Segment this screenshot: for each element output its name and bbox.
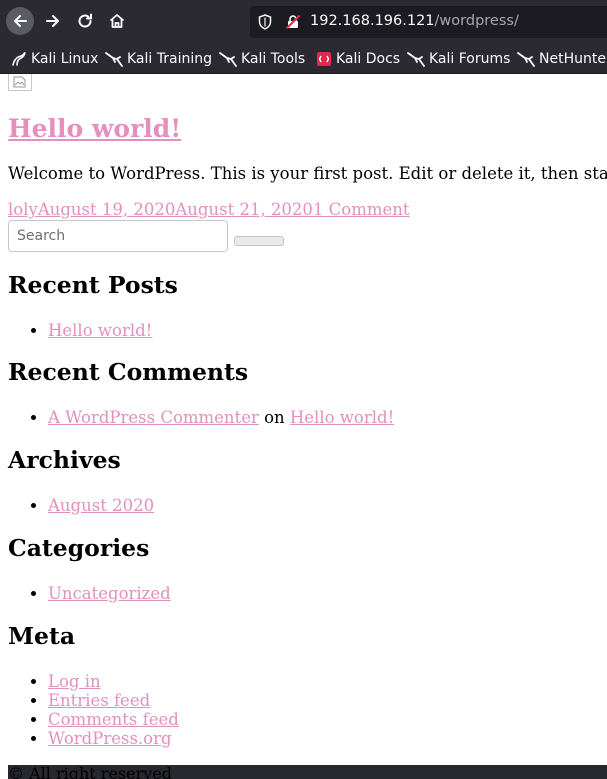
recent-comments-list: A WordPress Commenter on Hello world! [0,408,394,427]
comments-feed-link[interactable]: Comments feed [48,710,179,729]
bookmark-kali-linux[interactable]: Kali Linux [11,49,98,69]
search-input[interactable] [8,220,228,252]
archives-heading: Archives [8,446,121,474]
post-updated-date: August 21, 2020 [175,200,313,219]
kali-dragon-icon [517,52,535,67]
entries-feed-link[interactable]: Entries feed [48,691,150,710]
footer-text: © All right reserved [8,765,172,779]
url-text: 192.168.196.121/wordpress/ [310,13,519,29]
bookmark-label: Kali Linux [31,51,99,67]
archives-list: August 2020 [0,496,154,515]
site-footer: © All right reserved [8,765,607,779]
kali-dragon-icon [105,52,123,67]
arrow-right-icon [46,15,59,27]
bookmark-label: Kali Tools [241,51,306,67]
post-author-link[interactable]: loly [8,200,38,219]
list-item: Entries feed [48,691,179,710]
bookmark-label: Kali Forums [429,51,511,67]
archive-link[interactable]: August 2020 [48,496,154,515]
kali-dragon-icon [407,52,425,67]
list-item: WordPress.org [48,729,179,748]
browser-toolbar: 192.168.196.121/wordpress/ [0,0,607,44]
comment-post-link[interactable]: Hello world! [290,408,394,427]
recent-post-link[interactable]: Hello world! [48,321,152,340]
post-title-link[interactable]: Hello world! [8,114,181,143]
recent-posts-list: Hello world! [0,321,152,340]
list-item: Hello world! [48,321,152,340]
bookmark-label: Kali Docs [336,51,401,67]
reload-button[interactable] [71,7,99,35]
bookmark-label: NetHunter [539,51,607,67]
shield-icon [258,14,272,30]
categories-heading: Categories [8,534,150,562]
post-date-link[interactable]: August 19, 2020August 21, 2020 [38,200,313,219]
login-link[interactable]: Log in [48,672,101,691]
url-bar[interactable]: 192.168.196.121/wordpress/ [250,6,607,38]
page-content: Hello world! Welcome to WordPress. This … [0,74,607,779]
url-path: /wordpress/ [434,13,519,29]
commenter-link[interactable]: A WordPress Commenter [48,408,259,427]
categories-list: Uncategorized [0,584,171,603]
bookmark-nethunter[interactable]: NetHunter [517,49,607,69]
reload-icon [78,13,92,28]
search-submit-button[interactable] [234,236,284,246]
meta-heading: Meta [8,622,76,650]
kali-dragon-icon [12,52,26,66]
wordpress-org-link[interactable]: WordPress.org [48,729,172,748]
recent-comments-heading: Recent Comments [8,358,249,386]
kali-dragon-icon [219,52,237,67]
bookmark-kali-forums[interactable]: Kali Forums [407,49,510,69]
post-meta: lolyAugust 19, 2020August 21, 20201 Comm… [8,200,410,219]
bookmark-kali-training[interactable]: Kali Training [105,49,212,69]
bookmark-kali-tools[interactable]: Kali Tools [219,49,305,69]
bookmarks-toolbar: Kali Linux Kali Training Kali Tools Kali… [0,44,607,74]
home-button[interactable] [103,7,131,35]
back-button[interactable] [6,7,34,35]
forward-button[interactable] [39,7,67,35]
list-item: A WordPress Commenter on Hello world! [48,408,394,427]
post-title: Hello world! [8,114,181,143]
list-item: Comments feed [48,710,179,729]
broken-image-icon [8,74,32,91]
comment-connector: on [264,408,285,427]
kali-docs-icon [317,52,331,66]
meta-list: Log in Entries feed Comments feed WordPr… [0,672,179,748]
home-icon [109,14,125,28]
post-comments-link[interactable]: 1 Comment [313,200,410,219]
url-host: 192.168.196.121 [310,13,435,29]
bookmark-kali-docs[interactable]: Kali Docs [316,49,400,69]
list-item: August 2020 [48,496,154,515]
post-published-date: August 19, 2020 [37,200,176,219]
list-item: Uncategorized [48,584,171,603]
arrow-left-icon [14,15,27,27]
category-link[interactable]: Uncategorized [48,584,171,603]
recent-posts-heading: Recent Posts [8,271,178,299]
post-excerpt: Welcome to WordPress. This is your first… [8,164,607,183]
bookmark-label: Kali Training [127,51,212,67]
insecure-lock-icon [285,14,301,30]
list-item: Log in [48,672,179,691]
